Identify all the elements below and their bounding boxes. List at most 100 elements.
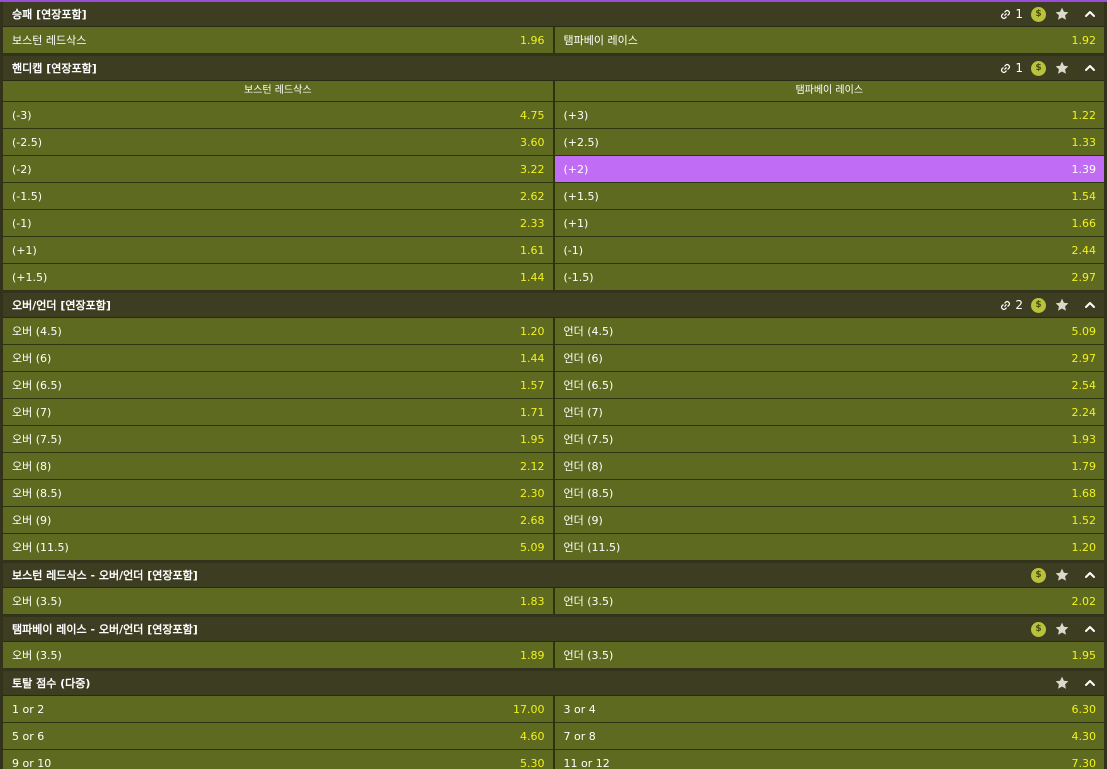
odds-cell[interactable]: 언더 (7) 2.24 xyxy=(554,399,1104,425)
odds-value: 1.61 xyxy=(520,243,545,257)
odds-cell[interactable]: (-1) 2.33 xyxy=(3,210,555,236)
odds-cell[interactable]: (+3) 1.22 xyxy=(554,102,1104,128)
odds-value: 4.60 xyxy=(520,729,545,743)
odds-cell[interactable]: 3 or 4 6.30 xyxy=(554,696,1104,722)
star-icon[interactable] xyxy=(1054,60,1070,76)
selection-label: 오버 (9) xyxy=(12,514,52,527)
odds-cell[interactable]: 1 or 2 17.00 xyxy=(3,696,555,722)
link-icon-glyph xyxy=(1001,63,1011,73)
odds-cell[interactable]: 언더 (6.5) 2.54 xyxy=(554,372,1104,398)
odds-row: 오버 (3.5) 1.89 언더 (3.5) 1.95 xyxy=(3,642,1104,668)
star-icon[interactable] xyxy=(1054,621,1070,637)
odds-value: 2.62 xyxy=(520,189,545,203)
odds-cell[interactable]: (-2) 3.22 xyxy=(3,156,555,182)
market-title: 오버/언더 [연장포함] xyxy=(12,299,111,312)
chevron-up-icon[interactable] xyxy=(1084,623,1096,635)
odds-cell[interactable]: 오버 (3.5) 1.89 xyxy=(3,642,555,668)
market-header[interactable]: 보스턴 레드삭스 - 오버/언더 [연장포함] $ xyxy=(3,563,1104,588)
odds-cell[interactable]: 오버 (11.5) 5.09 xyxy=(3,534,555,560)
odds-value: 2.44 xyxy=(1071,243,1097,257)
chevron-up-icon[interactable] xyxy=(1084,677,1096,689)
chevron-up-icon[interactable] xyxy=(1084,569,1096,581)
dollar-coin-icon[interactable]: $ xyxy=(1031,6,1046,22)
odds-cell[interactable]: 오버 (8.5) 2.30 xyxy=(3,480,555,506)
chevron-up-icon[interactable] xyxy=(1084,8,1096,20)
odds-value: 4.30 xyxy=(1071,729,1097,743)
odds-row: (-2) 3.22 (+2) 1.39 xyxy=(3,156,1104,183)
link-icon-glyph xyxy=(1001,300,1011,310)
dollar-coin-icon[interactable]: $ xyxy=(1031,621,1046,637)
odds-value: 1.68 xyxy=(1071,486,1097,500)
link-icon[interactable]: 1 xyxy=(1000,61,1023,75)
odds-cell[interactable]: (+1.5) 1.44 xyxy=(3,264,555,290)
odds-cell[interactable]: 언더 (8.5) 1.68 xyxy=(554,480,1104,506)
star-icon[interactable] xyxy=(1054,6,1070,22)
odds-cell[interactable]: 7 or 8 4.30 xyxy=(554,723,1104,749)
odds-cell[interactable]: (+2.5) 1.33 xyxy=(554,129,1104,155)
dollar-coin-icon[interactable]: $ xyxy=(1031,60,1046,76)
odds-value: 1.20 xyxy=(1071,540,1097,554)
odds-cell[interactable]: 오버 (6) 1.44 xyxy=(3,345,555,371)
odds-cell[interactable]: 탬파베이 레이스 1.92 xyxy=(554,27,1104,53)
selection-label: 오버 (11.5) xyxy=(12,541,69,554)
odds-cell[interactable]: 오버 (8) 2.12 xyxy=(3,453,555,479)
odds-cell[interactable]: 보스턴 레드삭스 1.96 xyxy=(3,27,555,53)
odds-cell[interactable]: 오버 (9) 2.68 xyxy=(3,507,555,533)
odds-cell[interactable]: 11 or 12 7.30 xyxy=(554,750,1104,769)
odds-cell[interactable]: 언더 (8) 1.79 xyxy=(554,453,1104,479)
odds-cell[interactable]: (+1.5) 1.54 xyxy=(554,183,1104,209)
link-icon[interactable]: 2 xyxy=(1000,298,1023,312)
odds-cell[interactable]: 언더 (11.5) 1.20 xyxy=(554,534,1104,560)
odds-cell[interactable]: 오버 (4.5) 1.20 xyxy=(3,318,555,344)
odds-cell[interactable]: 언더 (6) 2.97 xyxy=(554,345,1104,371)
odds-value: 17.00 xyxy=(513,702,545,716)
selection-label: 1 or 2 xyxy=(12,702,45,716)
odds-cell[interactable]: (-2.5) 3.60 xyxy=(3,129,555,155)
selection-label: 오버 (6.5) xyxy=(12,379,62,392)
selection-label: 언더 (6.5) xyxy=(563,379,614,392)
odds-cell[interactable]: (-3) 4.75 xyxy=(3,102,555,128)
odds-cell-selected[interactable]: (+2) 1.39 xyxy=(554,156,1104,182)
odds-row: 보스턴 레드삭스 1.96 탬파베이 레이스 1.92 xyxy=(3,27,1104,53)
odds-cell[interactable]: (-1.5) 2.97 xyxy=(554,264,1104,290)
market-title: 토탈 점수 (다중) xyxy=(12,677,91,690)
selection-label: 5 or 6 xyxy=(12,729,45,743)
odds-cell[interactable]: 오버 (3.5) 1.83 xyxy=(3,588,555,614)
star-icon[interactable] xyxy=(1054,567,1070,583)
odds-cell[interactable]: 오버 (6.5) 1.57 xyxy=(3,372,555,398)
chevron-up-icon[interactable] xyxy=(1084,62,1096,74)
dollar-coin-icon[interactable]: $ xyxy=(1031,567,1046,583)
market-header[interactable]: 오버/언더 [연장포함] 2 $ xyxy=(3,293,1104,318)
selection-label: (+3) xyxy=(563,108,589,122)
odds-cell[interactable]: (-1.5) 2.62 xyxy=(3,183,555,209)
odds-cell[interactable]: 언더 (3.5) 1.95 xyxy=(554,642,1104,668)
market-header[interactable]: 승패 [연장포함] 1 $ xyxy=(3,2,1104,27)
odds-cell[interactable]: 오버 (7.5) 1.95 xyxy=(3,426,555,452)
market-block: 보스턴 레드삭스 - 오버/언더 [연장포함] $ 오버 (3.5) 1.83 언더 (… xyxy=(3,563,1104,614)
market-header[interactable]: 토탈 점수 (다중) xyxy=(3,671,1104,696)
odds-cell[interactable]: (-1) 2.44 xyxy=(554,237,1104,263)
link-icon[interactable]: 1 xyxy=(1000,7,1023,21)
odds-cell[interactable]: 언더 (3.5) 2.02 xyxy=(554,588,1104,614)
market-header[interactable]: 핸디캡 [연장포함] 1 $ xyxy=(3,56,1104,81)
odds-cell[interactable]: 오버 (7) 1.71 xyxy=(3,399,555,425)
chevron-up-icon[interactable] xyxy=(1084,299,1096,311)
market-header[interactable]: 탬파베이 레이스 - 오버/언더 [연장포함] $ xyxy=(3,617,1104,642)
odds-value: 1.22 xyxy=(1071,108,1097,122)
odds-cell[interactable]: 언더 (7.5) 1.93 xyxy=(554,426,1104,452)
odds-value: 1.57 xyxy=(520,378,545,392)
odds-value: 1.83 xyxy=(520,594,545,608)
odds-row: 9 or 10 5.30 11 or 12 7.30 xyxy=(3,750,1104,769)
star-icon[interactable] xyxy=(1054,675,1070,691)
odds-cell[interactable]: (+1) 1.66 xyxy=(554,210,1104,236)
odds-cell[interactable]: 5 or 6 4.60 xyxy=(3,723,555,749)
odds-row: 오버 (6) 1.44 언더 (6) 2.97 xyxy=(3,345,1104,372)
odds-cell[interactable]: (+1) 1.61 xyxy=(3,237,555,263)
odds-cell[interactable]: 언더 (4.5) 5.09 xyxy=(554,318,1104,344)
odds-cell[interactable]: 언더 (9) 1.52 xyxy=(554,507,1104,533)
odds-value: 2.68 xyxy=(520,513,545,527)
dollar-coin-icon[interactable]: $ xyxy=(1031,297,1046,313)
selection-label: 언더 (8.5) xyxy=(563,487,614,500)
odds-cell[interactable]: 9 or 10 5.30 xyxy=(3,750,555,769)
star-icon[interactable] xyxy=(1054,297,1070,313)
